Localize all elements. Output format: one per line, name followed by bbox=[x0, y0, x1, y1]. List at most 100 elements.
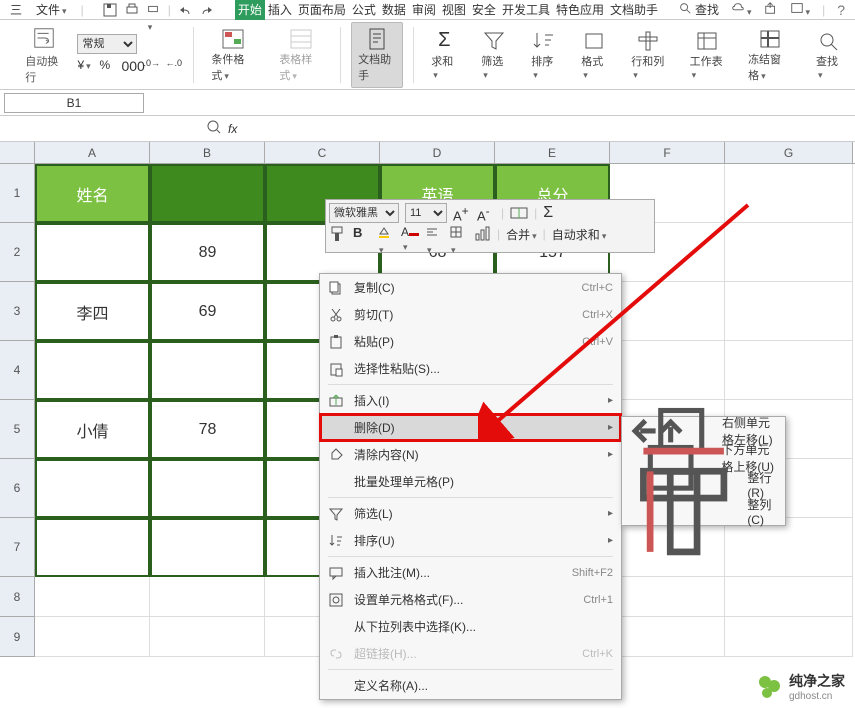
cond-format-button[interactable]: 条件格式 bbox=[204, 22, 262, 88]
redo-icon[interactable] bbox=[199, 2, 215, 18]
currency-icon[interactable]: ¥ bbox=[77, 58, 95, 76]
tab-start[interactable]: 开始 bbox=[235, 0, 265, 20]
fx-label[interactable]: fx bbox=[228, 122, 237, 136]
number-format-select[interactable]: 常规 bbox=[77, 34, 137, 54]
print-direct-icon[interactable] bbox=[124, 2, 140, 18]
wrap-text-icon[interactable] bbox=[31, 25, 57, 51]
cell-G4[interactable] bbox=[725, 341, 853, 400]
rowcol-button[interactable]: 行和列 bbox=[624, 24, 672, 86]
cell-F9[interactable] bbox=[610, 617, 725, 657]
doc-helper-button[interactable]: 文档助手 bbox=[351, 22, 403, 88]
tab-review[interactable]: 审阅 bbox=[409, 0, 439, 20]
ctx-define-name[interactable]: 定义名称(A)... bbox=[320, 672, 621, 699]
row-head-1[interactable]: 1 bbox=[0, 164, 35, 223]
worksheet-button[interactable]: 工作表 bbox=[683, 24, 731, 86]
row-head-2[interactable]: 2 bbox=[0, 223, 35, 282]
cell-A2[interactable] bbox=[35, 223, 150, 282]
file-menu[interactable]: 文件 bbox=[36, 1, 67, 18]
cell-B4[interactable] bbox=[150, 341, 265, 400]
undo-icon[interactable] bbox=[177, 2, 193, 18]
cell-G9[interactable] bbox=[725, 617, 853, 657]
cell-F3[interactable] bbox=[610, 282, 725, 341]
ctx-delete[interactable]: 删除(D)▸ bbox=[320, 414, 621, 441]
tab-view[interactable]: 视图 bbox=[439, 0, 469, 20]
mini-merge-label[interactable]: 合并 bbox=[506, 226, 537, 243]
cloud-icon[interactable] bbox=[731, 1, 752, 18]
freeze-button[interactable]: 冻结窗格 bbox=[741, 22, 799, 88]
ctx-format-cells[interactable]: 设置单元格格式(F)...Ctrl+1 bbox=[320, 586, 621, 613]
ctx-comment[interactable]: 插入批注(M)...Shift+F2 bbox=[320, 559, 621, 586]
menu-trigram-icon[interactable]: 三 bbox=[10, 1, 22, 18]
col-head-B[interactable]: B bbox=[150, 142, 265, 163]
cell-B3[interactable]: 69 bbox=[150, 282, 265, 341]
cell-A1[interactable]: 姓名 bbox=[35, 164, 150, 223]
ctx-copy[interactable]: 复制(C)Ctrl+C bbox=[320, 274, 621, 301]
tab-devtools[interactable]: 开发工具 bbox=[499, 0, 553, 20]
cell-G2[interactable] bbox=[725, 223, 853, 282]
row-head-7[interactable]: 7 bbox=[0, 518, 35, 577]
select-all-corner[interactable] bbox=[0, 142, 35, 163]
merge-icon[interactable] bbox=[510, 204, 528, 222]
comma-icon[interactable]: 000 bbox=[121, 58, 139, 76]
ctx-clear[interactable]: 清除内容(N)▸ bbox=[320, 441, 621, 468]
cell-B7[interactable] bbox=[150, 518, 265, 577]
print-icon[interactable] bbox=[146, 2, 162, 18]
ctx-filter[interactable]: 筛选(L)▸ bbox=[320, 500, 621, 527]
cell-B1[interactable] bbox=[150, 164, 265, 223]
col-head-F[interactable]: F bbox=[610, 142, 725, 163]
sort-button[interactable]: 排序 bbox=[524, 24, 564, 86]
window-icon[interactable] bbox=[790, 1, 811, 18]
chart-icon[interactable] bbox=[473, 225, 491, 243]
tab-layout[interactable]: 页面布局 bbox=[295, 0, 349, 20]
decimal-inc-icon[interactable]: .0→ bbox=[143, 58, 161, 76]
cell-A8[interactable] bbox=[35, 577, 150, 617]
ctx-paste-special[interactable]: 选择性粘贴(S)... bbox=[320, 355, 621, 382]
tab-data[interactable]: 数据 bbox=[379, 0, 409, 20]
cell-A4[interactable] bbox=[35, 341, 150, 400]
row-head-5[interactable]: 5 bbox=[0, 400, 35, 459]
format-button[interactable]: 格式 bbox=[574, 24, 614, 86]
cell-B6[interactable] bbox=[150, 459, 265, 518]
decimal-dec-icon[interactable]: ←.0 bbox=[165, 58, 183, 76]
cell-A7[interactable] bbox=[35, 518, 150, 577]
col-head-G[interactable]: G bbox=[725, 142, 853, 163]
cell-A9[interactable] bbox=[35, 617, 150, 657]
tab-formula[interactable]: 公式 bbox=[349, 0, 379, 20]
name-box[interactable]: B1 bbox=[4, 93, 144, 113]
bold-icon[interactable]: B bbox=[353, 225, 371, 243]
cell-B2[interactable]: 89 bbox=[150, 223, 265, 282]
row-head-3[interactable]: 3 bbox=[0, 282, 35, 341]
find-button[interactable]: 查找 bbox=[809, 24, 849, 86]
cell-A6[interactable] bbox=[35, 459, 150, 518]
row-head-8[interactable]: 8 bbox=[0, 577, 35, 617]
cell-A3[interactable]: 李四 bbox=[35, 282, 150, 341]
cell-G1[interactable] bbox=[725, 164, 853, 223]
share-icon[interactable] bbox=[764, 1, 778, 18]
tab-dochelper[interactable]: 文档助手 bbox=[607, 0, 661, 20]
col-head-E[interactable]: E bbox=[495, 142, 610, 163]
sum-button[interactable]: Σ求和 bbox=[424, 24, 464, 86]
help-icon[interactable]: ? bbox=[837, 2, 845, 18]
ctx-insert[interactable]: 插入(I)▸ bbox=[320, 387, 621, 414]
mini-font-select[interactable]: 微软雅黑 bbox=[329, 203, 399, 223]
percent-icon[interactable]: % bbox=[99, 58, 117, 76]
align-icon[interactable] bbox=[425, 225, 443, 243]
cell-G7[interactable] bbox=[725, 518, 853, 577]
border-icon[interactable] bbox=[449, 225, 467, 243]
filter-button[interactable]: 筛选 bbox=[474, 24, 514, 86]
row-head-9[interactable]: 9 bbox=[0, 617, 35, 657]
fill-color-icon[interactable] bbox=[377, 225, 395, 243]
mini-autosum-label[interactable]: 自动求和 bbox=[552, 226, 607, 243]
zoom-icon[interactable] bbox=[206, 119, 222, 138]
cell-G3[interactable] bbox=[725, 282, 853, 341]
row-head-4[interactable]: 4 bbox=[0, 341, 35, 400]
tab-insert[interactable]: 插入 bbox=[265, 0, 295, 20]
mini-size-select[interactable]: 11 bbox=[405, 203, 447, 223]
ctx-dropdown-select[interactable]: 从下拉列表中选择(K)... bbox=[320, 613, 621, 640]
ctx-cut[interactable]: 剪切(T)Ctrl+X bbox=[320, 301, 621, 328]
autosum-sigma-icon[interactable]: Σ bbox=[543, 204, 561, 222]
format-painter-icon[interactable] bbox=[329, 225, 347, 243]
ctx-sort[interactable]: 排序(U)▸ bbox=[320, 527, 621, 554]
tab-special[interactable]: 特色应用 bbox=[553, 0, 607, 20]
font-shrink-icon[interactable]: A- bbox=[477, 204, 495, 222]
